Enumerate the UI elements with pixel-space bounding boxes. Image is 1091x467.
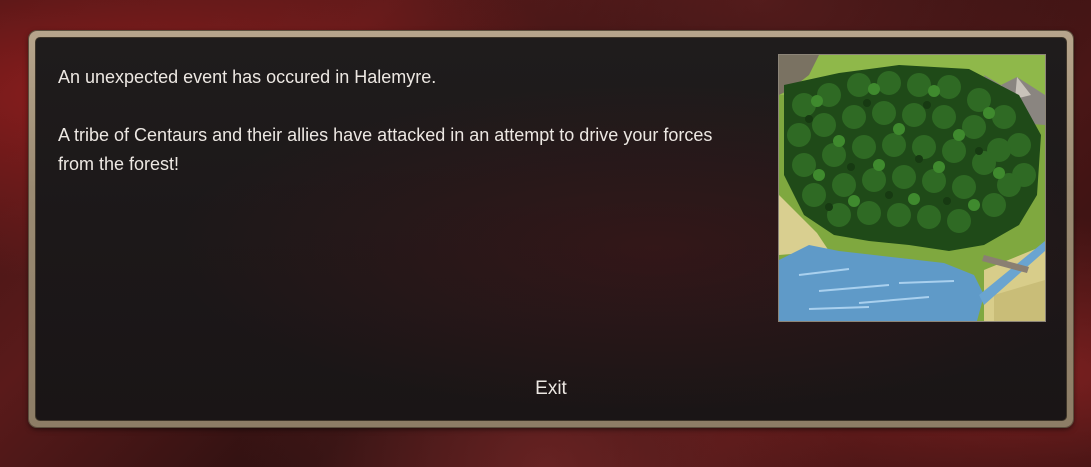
exit-button[interactable]: Exit	[506, 373, 596, 405]
event-message-line-2: A tribe of Centaurs and their allies hav…	[58, 125, 713, 174]
event-dialog: An unexpected event has occured in Halem…	[35, 37, 1067, 421]
forest-map-icon	[779, 55, 1045, 321]
event-message: An unexpected event has occured in Halem…	[58, 63, 738, 179]
event-illustration	[778, 54, 1046, 322]
event-dialog-frame: An unexpected event has occured in Halem…	[29, 31, 1073, 427]
event-message-line-1: An unexpected event has occured in Halem…	[58, 67, 437, 87]
